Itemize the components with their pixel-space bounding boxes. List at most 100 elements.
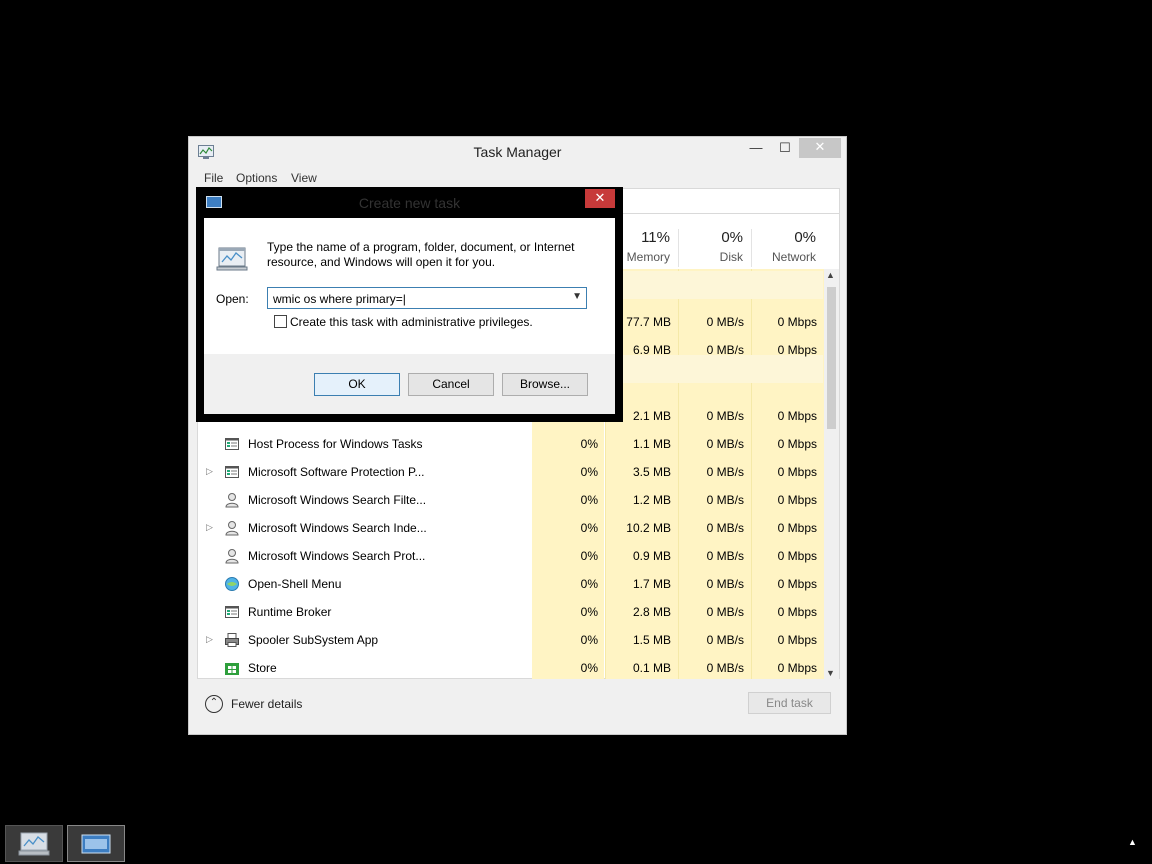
table-row[interactable]: ▷ Microsoft Windows Search Inde... 0% 10… <box>198 514 823 542</box>
disk-cell: 0 MB/s <box>706 315 744 329</box>
menu-view[interactable]: View <box>291 171 317 185</box>
network-cell: 0 Mbps <box>777 661 817 675</box>
memory-cell: 1.1 MB <box>632 437 671 451</box>
network-column-header[interactable]: 0% Network <box>751 229 824 267</box>
table-row[interactable]: Store 0% 0.1 MB 0 MB/s 0 Mbps <box>198 654 823 682</box>
end-task-button[interactable]: End task <box>748 692 831 714</box>
table-row[interactable]: Runtime Broker 0% 2.8 MB 0 MB/s 0 Mbps <box>198 598 823 626</box>
user-icon <box>225 549 239 564</box>
network-cell: 0 Mbps <box>777 343 817 357</box>
memory-cell: 1.2 MB <box>632 493 671 507</box>
chevron-down-icon[interactable]: ▼ <box>572 291 582 302</box>
network-cell: 0 Mbps <box>777 577 817 591</box>
disk-label: Disk <box>719 250 743 264</box>
process-name: Host Process for Windows Tasks <box>248 437 423 451</box>
memory-cell: 10.2 MB <box>626 521 671 535</box>
menu-options[interactable]: Options <box>236 171 277 185</box>
cpu-cell: 0% <box>580 577 598 591</box>
network-cell: 0 Mbps <box>777 493 817 507</box>
window-icon <box>225 606 239 618</box>
title-bar[interactable]: Task Manager — ☐ ✕ <box>189 137 846 167</box>
cancel-button[interactable]: Cancel <box>408 373 494 396</box>
user-icon <box>225 521 239 536</box>
memory-cell: 0.1 MB <box>632 661 671 675</box>
disk-percent: 0% <box>721 229 743 246</box>
close-button[interactable]: ✕ <box>799 138 841 158</box>
network-cell: 0 Mbps <box>777 437 817 451</box>
cpu-cell: 0% <box>580 605 598 619</box>
network-cell: 0 Mbps <box>777 521 817 535</box>
chevron-up-icon[interactable]: ⌃ <box>205 695 223 713</box>
run-dialog-icon <box>81 834 111 854</box>
disk-cell: 0 MB/s <box>706 633 744 647</box>
disk-column-header[interactable]: 0% Disk <box>678 229 751 267</box>
process-name: Microsoft Windows Search Prot... <box>248 549 426 563</box>
tray-overflow-icon[interactable]: ▲ <box>1128 837 1137 847</box>
expand-arrow-icon[interactable]: ▷ <box>206 466 213 477</box>
open-combobox[interactable]: wmic os where primary=| ▼ <box>267 287 587 309</box>
disk-cell: 0 MB/s <box>706 409 744 423</box>
scrollbar-thumb[interactable] <box>827 287 836 429</box>
memory-cell: 1.7 MB <box>632 577 671 591</box>
scroll-up-icon[interactable]: ▲ <box>826 270 835 280</box>
memory-cell: 1.5 MB <box>632 633 671 647</box>
admin-privileges-label[interactable]: Create this task with administrative pri… <box>290 315 533 329</box>
network-cell: 0 Mbps <box>777 409 817 423</box>
disk-cell: 0 MB/s <box>706 521 744 535</box>
table-row[interactable]: Microsoft Windows Search Prot... 0% 0.9 … <box>198 542 823 570</box>
cpu-cell: 0% <box>580 493 598 507</box>
cpu-cell: 0% <box>580 661 598 675</box>
process-name: Open-Shell Menu <box>248 577 342 591</box>
memory-cell: 2.8 MB <box>632 605 671 619</box>
scroll-down-icon[interactable]: ▼ <box>826 668 835 678</box>
open-label: Open: <box>216 292 249 306</box>
run-program-icon <box>216 247 248 271</box>
table-row[interactable]: Open-Shell Menu 0% 1.7 MB 0 MB/s 0 Mbps <box>198 570 823 598</box>
network-percent: 0% <box>794 229 816 246</box>
user-icon <box>225 493 239 508</box>
fewer-details-label[interactable]: Fewer details <box>231 697 302 711</box>
ok-button[interactable]: OK <box>314 373 400 396</box>
vertical-scrollbar[interactable]: ▲ ▼ <box>824 269 839 679</box>
process-name: Spooler SubSystem App <box>248 633 379 647</box>
maximize-button[interactable]: ☐ <box>773 139 797 159</box>
table-row[interactable]: ▷ Spooler SubSystem App 0% 1.5 MB 0 MB/s… <box>198 626 823 654</box>
disk-cell: 0 MB/s <box>706 493 744 507</box>
window-icon <box>225 466 239 478</box>
minimize-button[interactable]: — <box>741 139 771 159</box>
expand-arrow-icon[interactable]: ▷ <box>206 522 213 533</box>
disk-cell: 0 MB/s <box>706 661 744 675</box>
table-row[interactable]: Microsoft Windows Search Filte... 0% 1.2… <box>198 486 823 514</box>
dialog-close-button[interactable]: ✕ <box>585 189 615 208</box>
network-label: Network <box>771 250 816 264</box>
printer-icon <box>225 633 239 647</box>
task-manager-icon <box>18 832 50 856</box>
network-cell: 0 Mbps <box>777 315 817 329</box>
process-name: Microsoft Software Protection P... <box>248 465 425 479</box>
process-name: Microsoft Windows Search Filte... <box>248 493 427 507</box>
open-input[interactable]: wmic os where primary=| <box>273 292 406 306</box>
table-row[interactable]: Host Process for Windows Tasks 0% 1.1 MB… <box>198 430 823 458</box>
disk-cell: 0 MB/s <box>706 605 744 619</box>
network-cell: 0 Mbps <box>777 605 817 619</box>
process-name: Runtime Broker <box>248 605 332 619</box>
disk-cell: 0 MB/s <box>706 465 744 479</box>
browse-button[interactable]: Browse... <box>502 373 588 396</box>
globe-icon <box>225 577 239 591</box>
menu-file[interactable]: File <box>204 171 223 185</box>
cpu-cell: 0% <box>580 465 598 479</box>
expand-arrow-icon[interactable]: ▷ <box>206 634 213 645</box>
network-cell: 0 Mbps <box>777 465 817 479</box>
table-row[interactable]: ▷ Microsoft Software Protection P... 0% … <box>198 458 823 486</box>
dialog-title: Create new task <box>358 195 461 211</box>
process-name: Store <box>248 661 277 675</box>
network-cell: 0 Mbps <box>777 633 817 647</box>
admin-privileges-checkbox[interactable] <box>274 315 287 328</box>
disk-cell: 0 MB/s <box>706 343 744 357</box>
memory-cell: 0.9 MB <box>632 549 671 563</box>
taskbar-task-manager-button[interactable] <box>5 825 63 862</box>
disk-cell: 0 MB/s <box>706 577 744 591</box>
network-cell: 0 Mbps <box>777 549 817 563</box>
cpu-cell: 0% <box>580 633 598 647</box>
taskbar-run-button[interactable] <box>67 825 125 862</box>
